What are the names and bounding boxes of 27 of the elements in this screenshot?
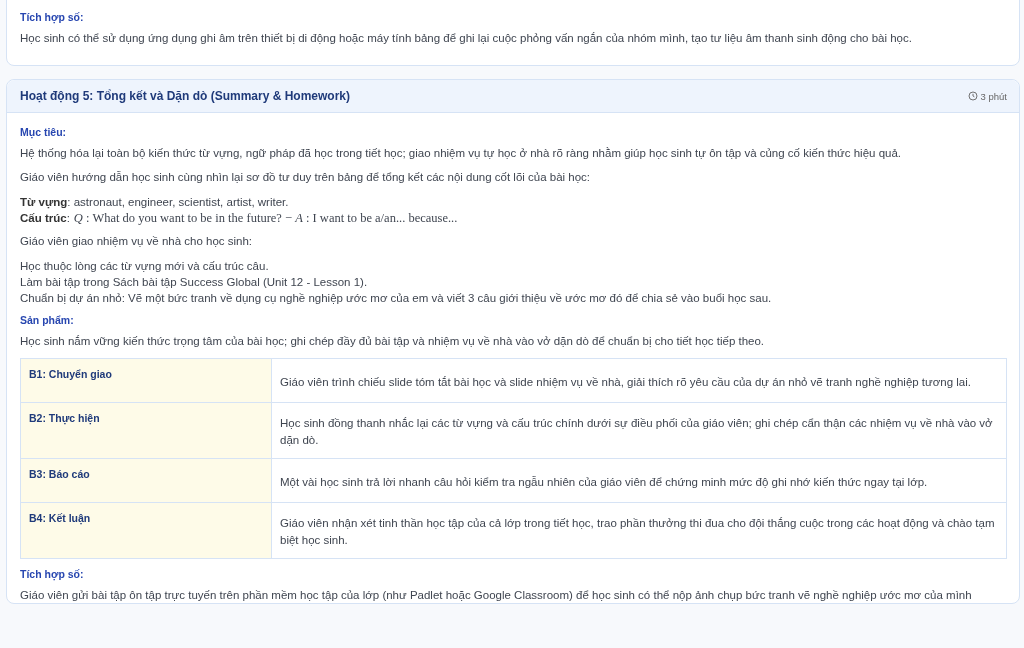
section-label: Tích hợp số:	[20, 11, 85, 23]
activity-title: Hoạt động 5: Tổng kết và Dặn dò (Summary & Homework)	[20, 89, 351, 103]
paragraph: Hệ thống hóa lại toàn bộ kiến thức từ vựng, ngữ pháp đã học trong tiết học; giao nhiệm vụ tự học ở nhà rõ ràng nhằm giúp học sinh tự ôn tập và củng cố kiến thức hiệu quả.	[20, 146, 903, 161]
list-line: Học thuộc lòng các từ vựng mới và cấu trúc câu.	[20, 260, 269, 272]
duration: 3 phút	[980, 90, 1007, 102]
paragraph: Giáo viên hướng dẫn học sinh cùng nhìn lại sơ đồ tư duy trên bảng để tổng kết các nội dung cốt lõi của bài học:	[20, 170, 592, 185]
step-cell: B4: Kết luận	[20, 502, 272, 559]
list-line: Cấu trúc:	[20, 212, 70, 224]
list-line: Làm bài tập trong Sách bài tập Success Global (Unit 12 - Lesson 1).	[20, 276, 368, 288]
paragraph: Giáo viên giao nhiệm vụ về nhà cho học sinh:	[20, 234, 254, 249]
step-cell: B1: Chuyển giao	[20, 358, 272, 403]
step-cell: B2: Thực hiện	[20, 402, 272, 459]
table-cell: Học sinh đồng thanh nhắc lại các từ vựng và cấu trúc chính dưới sự điều phối của giáo viên; ghi chép cẩn thận các nhiệm vụ về nhà vào vở dặn dò.	[271, 402, 1007, 459]
formula: Q : What do you want to be in the future? − A : I want to be a/an... because...	[73, 211, 458, 225]
clock-icon	[967, 91, 978, 101]
paragraph: Học sinh có thể sử dụng ứng dụng ghi âm trên thiết bị di động hoặc máy tính bảng để ghi lại cuộc phỏng vấn ngắn của nhóm mình, tạo tư liệu âm thanh sinh động cho bài học.	[20, 31, 913, 46]
list-line: Chuẩn bị dự án nhỏ: Vẽ một bức tranh về dụng cụ nghề nghiệp ước mơ của em và viết 3 câu giới thiệu về ước mơ đó để chia sẻ vào buổi học sau.	[20, 292, 772, 304]
section-label: Mục tiêu:	[20, 126, 68, 138]
paragraph: Học sinh nắm vững kiến thức trọng tâm của bài học; ghi chép đầy đủ bài tập và nhiệm vụ về nhà vào vở dặn dò để chuẩn bị cho tiết học tiếp theo.	[20, 334, 766, 349]
paragraph: Giáo viên gửi bài tập ôn tập trực tuyến trên phần mềm học tập của lớp (như Padlet hoặc Google Classroom) để học sinh có thể nộp ảnh chụp bức tranh vẽ nghề nghiệp ước mơ của mình	[20, 588, 973, 603]
section-label: Tích hợp số:	[20, 568, 85, 580]
list-line: Từ vựng: astronaut, engineer, scientist, artist, writer.	[20, 196, 289, 208]
table-cell: Giáo viên nhận xét tinh thần học tập của cả lớp trong tiết học, trao phần thưởng thi đua cho đội thắng cuộc trong các hoạt động và chào tạm biệt học sinh.	[271, 502, 1007, 559]
section-label: Sản phẩm:	[20, 314, 75, 326]
table-cell: Giáo viên trình chiếu slide tóm tắt bài học và slide nhiệm vụ về nhà, giải thích rõ yêu cầu của dự án nhỏ vẽ tranh nghề nghiệp tương lai.	[271, 358, 1007, 403]
table-cell: Một vài học sinh trả lời nhanh câu hỏi kiểm tra ngẫu nhiên của giáo viên để chứng minh mức độ ghi nhớ kiến thức ngay tại lớp.	[271, 458, 1007, 503]
step-cell: B3: Báo cáo	[20, 458, 272, 503]
